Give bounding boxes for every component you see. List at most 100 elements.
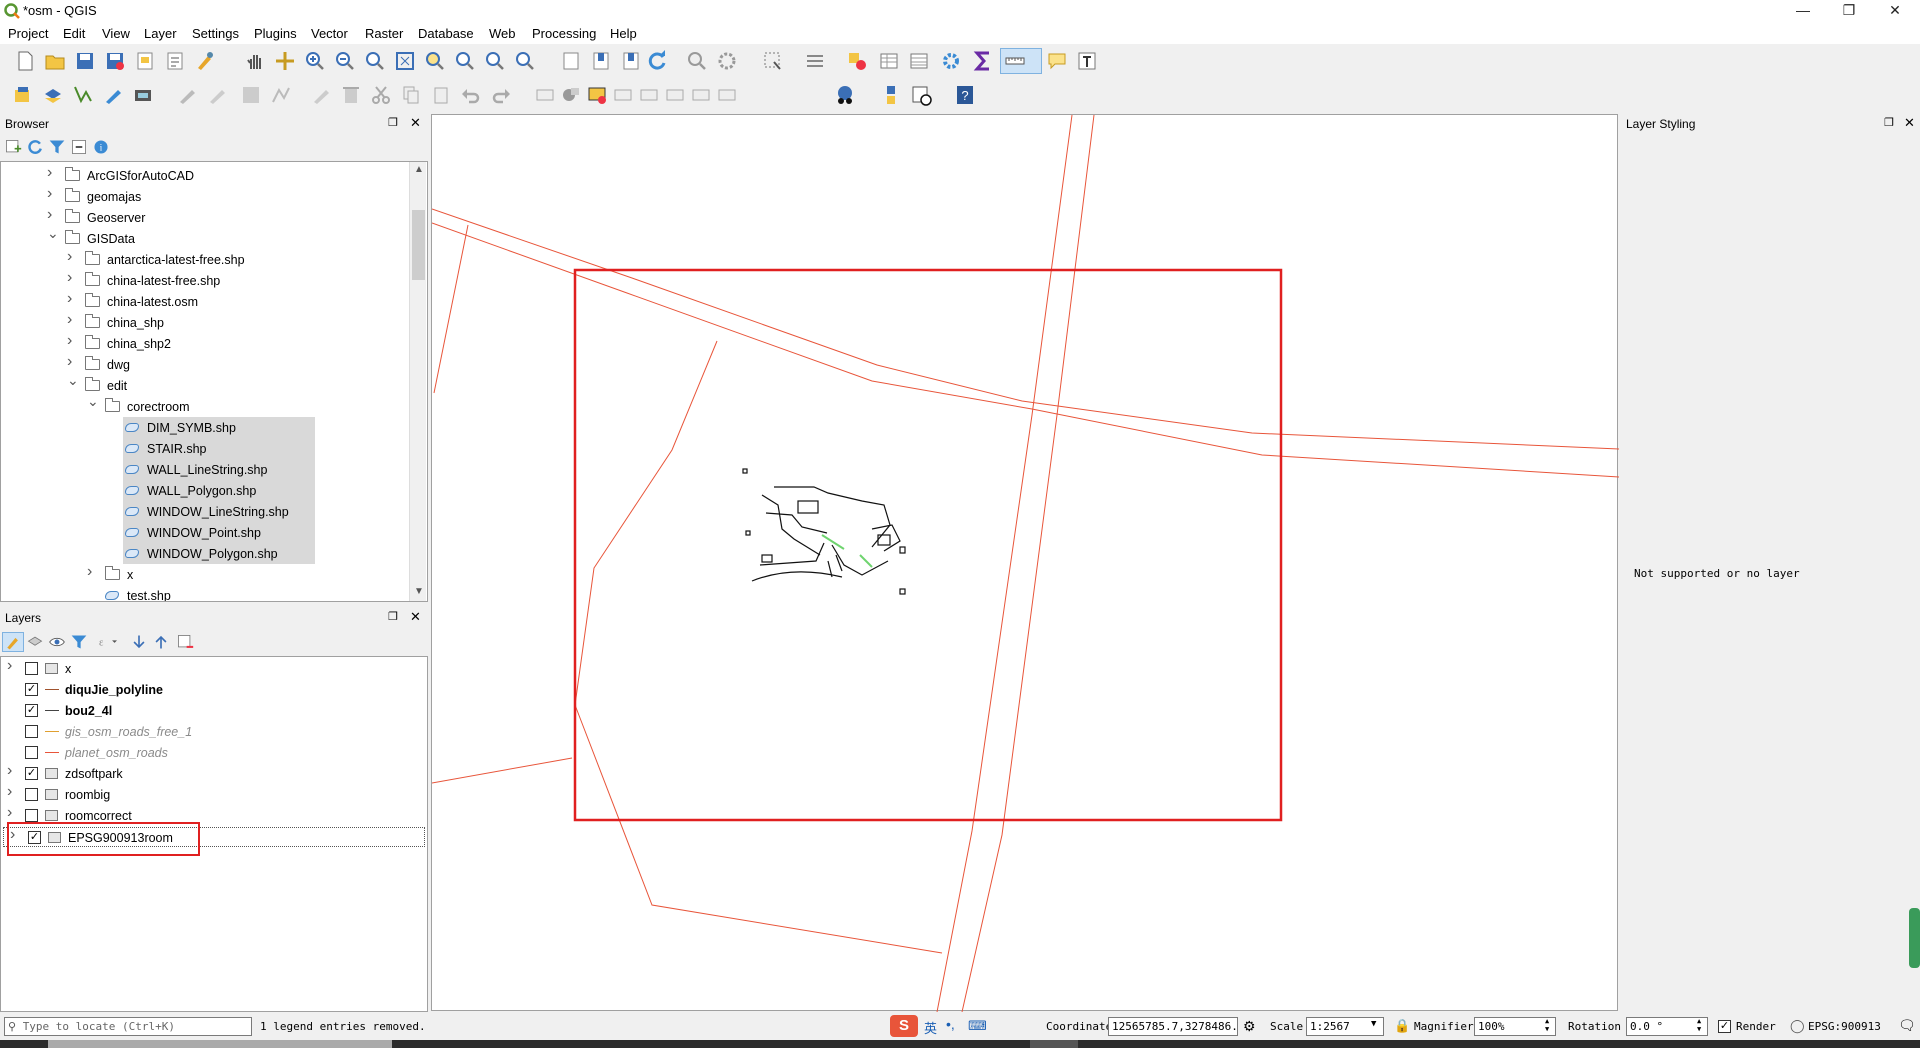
scrollbar-thumb[interactable] — [412, 210, 425, 280]
save-project-icon[interactable] — [74, 50, 96, 72]
chevron-down-icon[interactable]: ⌄ — [67, 372, 79, 389]
run-feature-action-icon[interactable] — [716, 50, 738, 72]
menu-raster[interactable]: Raster — [365, 26, 403, 41]
identify-features-icon[interactable] — [686, 50, 708, 72]
menu-processing[interactable]: Processing — [532, 26, 596, 41]
print-layout-icon[interactable] — [134, 50, 156, 72]
zoom-native-icon[interactable] — [364, 50, 386, 72]
show-bookmarks-icon[interactable] — [590, 50, 612, 72]
new-project-icon[interactable] — [14, 50, 36, 72]
layer-visibility-checkbox[interactable]: ✓ — [25, 704, 38, 717]
ime-punctuation-icon[interactable]: •, — [946, 1016, 955, 1032]
float-panel-icon[interactable]: ❐ — [1884, 116, 1894, 129]
cut-features-icon[interactable] — [370, 84, 392, 106]
chevron-down-icon[interactable]: ⌄ — [47, 225, 59, 242]
layer-visibility-checkbox[interactable]: ✓ — [25, 767, 38, 780]
menu-web[interactable]: Web — [489, 26, 516, 41]
open-layer-styling-button[interactable] — [2, 632, 24, 652]
temporal-controller-icon[interactable] — [910, 84, 932, 106]
gps-icon[interactable] — [132, 84, 154, 106]
browser-item[interactable]: WINDOW_Point.shp — [1, 522, 409, 543]
filter-browser-icon[interactable] — [48, 138, 66, 156]
zoom-to-layer-icon[interactable] — [454, 50, 476, 72]
ime-logo-icon[interactable]: S — [890, 1015, 918, 1037]
collapse-all-icon[interactable] — [152, 633, 170, 651]
filter-by-expression-icon[interactable]: ε — [96, 633, 120, 651]
chevron-right-icon[interactable]: › — [67, 332, 72, 350]
browser-scrollbar[interactable]: ▲ ▼ — [409, 162, 426, 601]
menu-database[interactable]: Database — [418, 26, 474, 41]
bookmark-icon[interactable] — [620, 50, 642, 72]
menu-help[interactable]: Help — [610, 26, 637, 41]
toolbox-gear-icon[interactable] — [940, 50, 962, 72]
close-panel-icon[interactable]: ✕ — [410, 115, 421, 131]
chevron-right-icon[interactable]: › — [67, 311, 72, 329]
remove-layer-icon[interactable] — [176, 633, 194, 651]
chevron-right-icon[interactable]: › — [7, 657, 12, 675]
browser-item[interactable]: › china_shp2 — [1, 332, 409, 354]
browser-item[interactable]: STAIR.shp — [1, 438, 409, 459]
layer-visibility-checkbox[interactable] — [25, 662, 38, 675]
statistics-sigma-icon[interactable] — [972, 50, 994, 72]
crs-label[interactable]: EPSG:900913 — [1808, 1020, 1881, 1033]
refresh-icon[interactable] — [646, 50, 668, 72]
layer-item[interactable]: › roombig — [1, 783, 427, 805]
minimize-button[interactable]: — — [1780, 0, 1826, 22]
toggle-extents-icon[interactable]: ⚙ — [1243, 1018, 1256, 1035]
current-edits-icon[interactable] — [176, 84, 198, 106]
select-features-icon[interactable] — [762, 50, 784, 72]
menu-project[interactable]: Project — [8, 26, 48, 41]
label-move-icon[interactable] — [664, 84, 686, 106]
layout-manager-icon[interactable] — [164, 50, 186, 72]
layer-visibility-checkbox[interactable] — [25, 725, 38, 738]
layer-visibility-checkbox[interactable] — [25, 809, 38, 822]
zoom-out-icon[interactable] — [334, 50, 356, 72]
maximize-button[interactable]: ❐ — [1826, 0, 1872, 22]
chevron-right-icon[interactable]: › — [47, 185, 52, 203]
data-source-manager-icon[interactable] — [12, 84, 34, 106]
globe-plugin-icon[interactable] — [834, 84, 856, 106]
menu-settings[interactable]: Settings — [192, 26, 239, 41]
browser-item[interactable]: › Geoserver — [1, 206, 409, 228]
layer-item[interactable]: planet_osm_roads — [1, 743, 427, 763]
side-widget-icon[interactable] — [1909, 908, 1920, 968]
ime-keyboard-icon[interactable]: ⌨ — [968, 1018, 987, 1034]
scroll-down-icon[interactable]: ▼ — [414, 586, 424, 597]
layer-visibility-checkbox[interactable] — [25, 788, 38, 801]
taskbar-item[interactable] — [1030, 1040, 1078, 1048]
open-project-icon[interactable] — [44, 50, 66, 72]
label-rotate-icon[interactable] — [690, 84, 712, 106]
expand-all-icon[interactable] — [130, 633, 148, 651]
browser-item[interactable]: DIM_SYMB.shp — [1, 417, 409, 438]
map-tips-icon[interactable] — [1046, 50, 1068, 72]
vertex-tool-icon[interactable] — [310, 84, 332, 106]
pan-hand-icon[interactable] — [244, 50, 266, 72]
filter-legend-icon[interactable] — [70, 633, 88, 651]
label-abc-icon[interactable] — [534, 84, 556, 106]
add-group-icon[interactable] — [26, 633, 44, 651]
browser-item[interactable]: WALL_LineString.shp — [1, 459, 409, 480]
deselect-features-icon[interactable] — [846, 50, 868, 72]
close-button[interactable]: ✕ — [1872, 0, 1918, 22]
taskbar-item[interactable] — [48, 1040, 392, 1048]
float-panel-icon[interactable]: ❐ — [388, 116, 398, 129]
add-selected-layers-icon[interactable] — [4, 138, 22, 156]
browser-item[interactable]: WINDOW_Polygon.shp — [1, 543, 409, 564]
measure-button[interactable] — [1000, 48, 1042, 74]
crs-globe-icon[interactable]: ◯ — [1790, 1018, 1805, 1034]
undo-icon[interactable] — [460, 84, 482, 106]
add-layer-icon[interactable] — [42, 84, 64, 106]
layer-item[interactable]: ✓ bou2_4l — [1, 701, 427, 721]
attribute-table-icon[interactable] — [878, 50, 900, 72]
chevron-right-icon[interactable]: › — [7, 762, 12, 780]
menu-view[interactable]: View — [102, 26, 130, 41]
save-edits-icon[interactable] — [240, 84, 262, 106]
toggle-editing-icon[interactable] — [206, 84, 228, 106]
scroll-up-icon[interactable]: ▲ — [414, 164, 424, 175]
copy-features-icon[interactable] — [400, 84, 422, 106]
redo-icon[interactable] — [490, 84, 512, 106]
chevron-right-icon[interactable]: › — [47, 164, 52, 182]
lock-icon[interactable]: 🔒 — [1394, 1018, 1410, 1034]
menu-layer[interactable]: Layer — [144, 26, 177, 41]
zoom-last-icon[interactable] — [484, 50, 506, 72]
